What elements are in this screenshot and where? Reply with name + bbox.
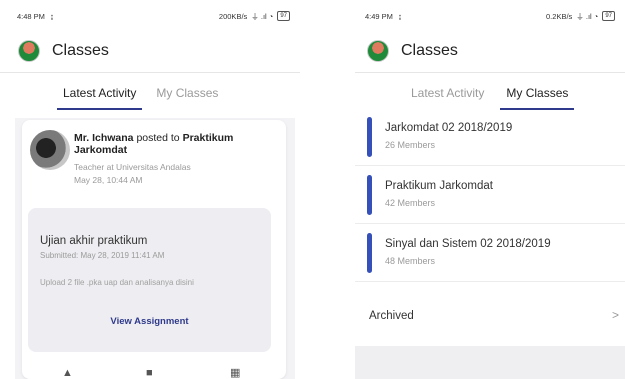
class-members: 48 Members xyxy=(385,256,436,266)
tab-my-classes[interactable]: My Classes xyxy=(150,82,224,110)
battery-icon: 97 xyxy=(602,11,615,21)
chevron-right-icon: > xyxy=(611,308,619,322)
class-color-bar xyxy=(367,175,372,215)
class-color-bar xyxy=(367,233,372,273)
assignment-submitted-date: Submitted: May 28, 2019 11:41 AM xyxy=(40,251,165,260)
divider xyxy=(355,72,625,73)
tab-my-classes[interactable]: My Classes xyxy=(500,82,575,110)
usb-icon: ↨ xyxy=(49,11,54,21)
teacher-role: Teacher at Universitas Andalas xyxy=(74,162,191,172)
class-members: 42 Members xyxy=(385,198,436,208)
page-title: Classes xyxy=(52,42,109,59)
status-time: 4:48 PM xyxy=(17,11,45,21)
view-assignment-button[interactable]: View Assignment xyxy=(28,316,271,327)
archived-label: Archived xyxy=(369,310,414,322)
avatar[interactable] xyxy=(18,40,40,62)
class-members: 26 Members xyxy=(385,140,436,150)
assignment-description: Upload 2 file .pka uap dan analisanya di… xyxy=(40,278,194,287)
assignment-title: Ujian akhir praktikum xyxy=(40,235,148,247)
status-time: 4:49 PM xyxy=(365,11,393,21)
empty-area xyxy=(355,346,625,379)
status-bar: 4:48 PM ↨ 200KB/s ⏚ .ıl ◔ 97 xyxy=(17,10,290,22)
calendar-icon[interactable]: ▦ xyxy=(230,367,242,379)
post-actions: ▲ ■ ▦ xyxy=(62,367,242,379)
app-bar: Classes xyxy=(18,36,109,66)
status-bar: 4:49 PM ↨ 0.2KB/s ⏚ .ıl ◔ 97 xyxy=(365,10,615,22)
usb-icon: ↨ xyxy=(397,11,402,21)
class-name: Jarkomdat 02 2018/2019 xyxy=(385,122,513,134)
battery-icon: 97 xyxy=(277,11,290,21)
class-color-bar xyxy=(367,117,372,157)
post-action: posted to xyxy=(133,132,183,144)
class-list: Jarkomdat 02 2018/2019 26 Members Prakti… xyxy=(355,108,625,282)
divider xyxy=(0,72,300,73)
teacher-avatar xyxy=(30,130,70,170)
class-item[interactable]: Sinyal dan Sistem 02 2018/2019 48 Member… xyxy=(355,224,625,282)
post-time: May 28, 10:44 AM xyxy=(74,175,143,185)
post-header: Mr. Ichwana posted to Praktikum Jarkomda… xyxy=(74,132,279,156)
class-item[interactable]: Jarkomdat 02 2018/2019 26 Members xyxy=(355,108,625,166)
tab-latest-activity[interactable]: Latest Activity xyxy=(405,82,490,110)
left-phone-screen: 4:48 PM ↨ 200KB/s ⏚ .ıl ◔ 97 Classes Late… xyxy=(0,0,300,379)
tab-bar: Latest Activity My Classes xyxy=(57,82,224,110)
activity-post-card[interactable]: Mr. Ichwana posted to Praktikum Jarkomda… xyxy=(22,120,286,379)
class-name: Sinyal dan Sistem 02 2018/2019 xyxy=(385,238,551,250)
avatar[interactable] xyxy=(367,40,389,62)
assignment-box: Ujian akhir praktikum Submitted: May 28,… xyxy=(28,208,271,352)
signal-icon: ⏚ .ıl ◔ xyxy=(576,11,599,21)
tab-bar: Latest Activity My Classes xyxy=(405,82,575,110)
signal-icon: ⏚ .ıl ◔ xyxy=(251,11,274,21)
comment-icon[interactable]: ■ xyxy=(146,367,158,379)
post-author[interactable]: Mr. Ichwana xyxy=(74,132,134,144)
tab-latest-activity[interactable]: Latest Activity xyxy=(57,82,143,110)
network-speed: 200KB/s xyxy=(218,11,248,21)
class-name: Praktikum Jarkomdat xyxy=(385,180,494,192)
page-title: Classes xyxy=(401,42,458,59)
right-phone-screen: 4:49 PM ↨ 0.2KB/s ⏚ .ıl ◔ 97 Classes Late… xyxy=(355,0,625,379)
archived-row[interactable]: Archived > xyxy=(355,294,625,340)
class-item[interactable]: Praktikum Jarkomdat 42 Members xyxy=(355,166,625,224)
thumbs-up-icon[interactable]: ▲ xyxy=(62,367,74,379)
app-bar: Classes xyxy=(367,36,458,66)
network-speed: 0.2KB/s xyxy=(546,11,573,21)
